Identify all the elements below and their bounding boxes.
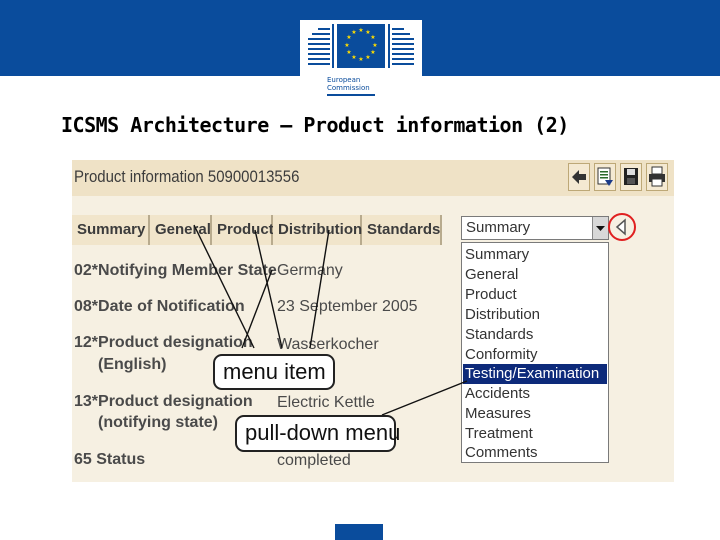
svg-text:★: ★ [346,49,351,56]
svg-text:★: ★ [358,56,363,63]
slide-title: ICSMS Architecture – Product information… [61,113,569,137]
pointer-line [309,229,330,349]
callout-pulldown-menu: pull-down menu [235,415,400,452]
pointer-line [381,380,468,416]
callout-menu-item: menu item [213,354,335,390]
svg-text:★: ★ [372,42,377,49]
svg-text:★: ★ [344,42,349,49]
footer-bar [335,524,383,540]
pointer-line [254,229,283,349]
svg-text:★: ★ [351,54,356,61]
ec-logo: ★ ★ ★ ★ ★ ★ ★ ★ ★ ★ ★ ★ European Commission [300,20,422,102]
app-screenshot: Product information 50900013556 Summary … [72,160,674,482]
pointer-line [193,224,255,349]
svg-text:★: ★ [358,27,363,34]
svg-text:★: ★ [370,49,375,56]
logo-text-european: European [327,76,361,84]
commission-building-icon: ★ ★★ ★★★ ★★★ ★★★ [308,24,414,68]
logo-underline [327,94,375,96]
logo-text-commission: Commission [327,84,370,92]
svg-text:★: ★ [370,34,375,41]
svg-text:★: ★ [365,54,370,61]
svg-text:★: ★ [351,29,356,36]
